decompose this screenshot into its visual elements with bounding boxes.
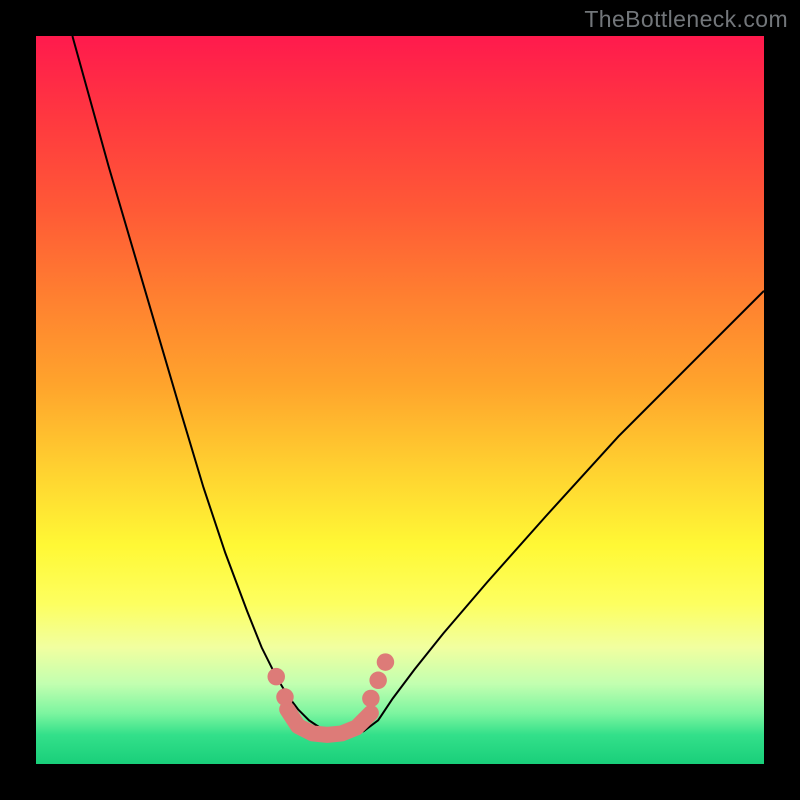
chart-frame: TheBottleneck.com: [0, 0, 800, 800]
left-curve: [72, 36, 349, 735]
bottom-arc: [287, 709, 371, 734]
watermark-text: TheBottleneck.com: [584, 6, 788, 33]
marker-dot-3: [369, 672, 386, 689]
marker-dot-1: [276, 688, 293, 705]
plot-area: [36, 36, 764, 764]
marker-dot-4: [377, 653, 394, 670]
right-curve: [349, 291, 764, 735]
curves-svg: [36, 36, 764, 764]
marker-dot-0: [268, 668, 285, 685]
marker-dot-2: [362, 690, 379, 707]
